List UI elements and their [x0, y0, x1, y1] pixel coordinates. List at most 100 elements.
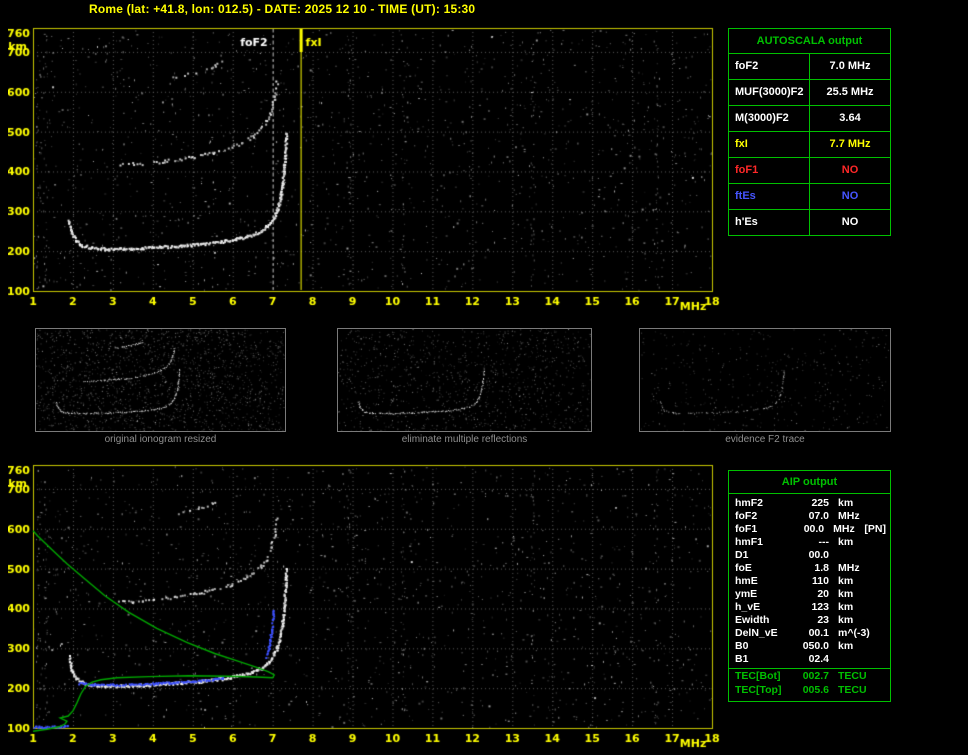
row-label: foF1 — [735, 523, 758, 535]
row-value: 20 — [817, 588, 829, 600]
row-tag — [871, 588, 890, 601]
row-value: --- — [818, 536, 830, 548]
row-label: hmF1 — [735, 536, 764, 548]
row-label: MUF(3000)F2 — [729, 80, 810, 105]
row-tag — [871, 640, 890, 653]
row-unit: km — [838, 536, 854, 548]
row-value: 23 — [817, 614, 829, 626]
row-value: 225 — [811, 497, 829, 509]
row-label: B0 — [735, 640, 749, 652]
row-value: 02.4 — [808, 653, 829, 665]
aip-row-hmF2: hmF2 225 km — [729, 497, 890, 510]
row-value: 050.0 — [802, 640, 829, 652]
row-label: TEC[Bot] — [735, 670, 781, 682]
row-value: 00.0 — [803, 523, 825, 535]
row-tag — [871, 536, 890, 549]
row-tag — [871, 670, 890, 684]
row-value: 3.64 — [839, 112, 861, 124]
row-tag — [871, 601, 890, 614]
aip-row-D1: D1 00.0 — [729, 549, 890, 562]
row-tag — [871, 653, 890, 666]
autoscala-row-foF1: foF1 NO — [729, 158, 890, 184]
aip-row-Ewidth: Ewidth 23 km — [729, 614, 890, 627]
row-unit: km — [838, 575, 854, 587]
row-value: NO — [841, 164, 859, 176]
row-label: foE — [735, 562, 752, 574]
row-value: 123 — [811, 601, 829, 613]
row-value: 07.0 — [808, 510, 829, 522]
aip-rows: hmF2 225 km foF2 07.0 MHz foF1 00.0 MHz … — [729, 494, 890, 697]
aip-row-B0: B0 050.0 km — [729, 640, 890, 653]
aip-row-foE: foE 1.8 MHz — [729, 562, 890, 575]
row-label: TEC[Top] — [735, 684, 782, 696]
row-value: 1.8 — [814, 562, 829, 574]
row-label: foF2 — [729, 54, 810, 79]
row-value: 110 — [812, 575, 829, 587]
row-value: 25.5 MHz — [826, 86, 874, 98]
row-label: M(3000)F2 — [729, 106, 810, 131]
row-label: foF2 — [735, 510, 758, 522]
row-value: 00.1 — [808, 627, 829, 639]
row-value: 7.0 MHz — [829, 60, 871, 72]
row-label: Ewidth — [735, 614, 770, 626]
aip-row-h_vE: h_vE 123 km — [729, 601, 890, 614]
top-ionogram-plot — [8, 24, 720, 324]
row-tag — [871, 497, 890, 510]
row-tag — [871, 562, 890, 575]
row-label: foF1 — [729, 158, 810, 183]
row-unit: m^(-3) — [838, 627, 870, 639]
row-unit: km — [838, 601, 854, 613]
row-unit — [829, 653, 871, 666]
autoscala-table-header: AUTOSCALA output — [729, 29, 890, 54]
row-label: ftEs — [729, 184, 810, 209]
aip-row-TEC-top: TEC[Top] 005.6 TECU — [729, 684, 890, 697]
autoscala-row-foF2: foF2 7.0 MHz — [729, 54, 890, 80]
row-value: 00.0 — [808, 549, 829, 561]
row-value: NO — [841, 216, 859, 228]
autoscala-output-table: AUTOSCALA output foF2 7.0 MHz MUF(3000)F… — [728, 28, 891, 236]
bottom-ionogram-plot — [8, 461, 720, 755]
row-value: 002.7 — [802, 670, 829, 682]
row-tag — [871, 627, 890, 640]
thumbnail-caption: eliminate multiple reflections — [401, 434, 528, 445]
row-tag: [PN] — [864, 523, 886, 535]
row-unit: TECU — [838, 684, 867, 696]
row-unit: MHz — [838, 562, 860, 574]
row-tag — [871, 575, 890, 588]
thumbnail-original-ionogram — [35, 328, 286, 432]
autoscala-row-muf3000f2: MUF(3000)F2 25.5 MHz — [729, 80, 890, 106]
row-tag — [871, 614, 890, 627]
thumbnail-caption: original ionogram resized — [104, 434, 217, 445]
row-unit: TECU — [838, 670, 867, 682]
aip-row-ymE: ymE 20 km — [729, 588, 890, 601]
row-unit: MHz — [833, 523, 855, 535]
aip-row-hmF1: hmF1 --- km — [729, 536, 890, 549]
autoscala-row-fxI: fxI 7.7 MHz — [729, 132, 890, 158]
aip-row-foF1: foF1 00.0 MHz [PN] — [729, 523, 890, 536]
autoscala-row-m3000f2: M(3000)F2 3.64 — [729, 106, 890, 132]
row-tag — [871, 684, 890, 697]
row-tag — [871, 510, 890, 523]
row-value: NO — [841, 190, 859, 202]
row-value: 7.7 MHz — [829, 138, 871, 150]
row-unit: km — [838, 640, 854, 652]
row-unit: km — [838, 614, 854, 626]
aip-row-DelN_vE: DelN_vE 00.1 m^(-3) — [729, 627, 890, 640]
aip-table-header: AIP output — [729, 471, 890, 494]
row-label: D1 — [735, 549, 749, 561]
autoscala-row-ftEs: ftEs NO — [729, 184, 890, 210]
row-label: DelN_vE — [735, 627, 778, 639]
autoscala-row-hpEs: h'Es NO — [729, 210, 890, 235]
row-unit: MHz — [838, 510, 860, 522]
aip-row-TEC-bot: TEC[Bot] 002.7 TECU — [729, 668, 890, 684]
row-tag — [871, 549, 890, 562]
autoscala-screen: Rome (lat: +41.8, lon: 012.5) - DATE: 20… — [0, 0, 968, 755]
row-label: hmF2 — [735, 497, 764, 509]
row-label: h_vE — [735, 601, 761, 613]
row-label: h'Es — [729, 210, 810, 235]
row-label: ymE — [735, 588, 758, 600]
row-label: hmE — [735, 575, 758, 587]
aip-row-hmE: hmE 110 km — [729, 575, 890, 588]
row-unit: km — [838, 497, 854, 509]
row-label: B1 — [735, 653, 749, 665]
